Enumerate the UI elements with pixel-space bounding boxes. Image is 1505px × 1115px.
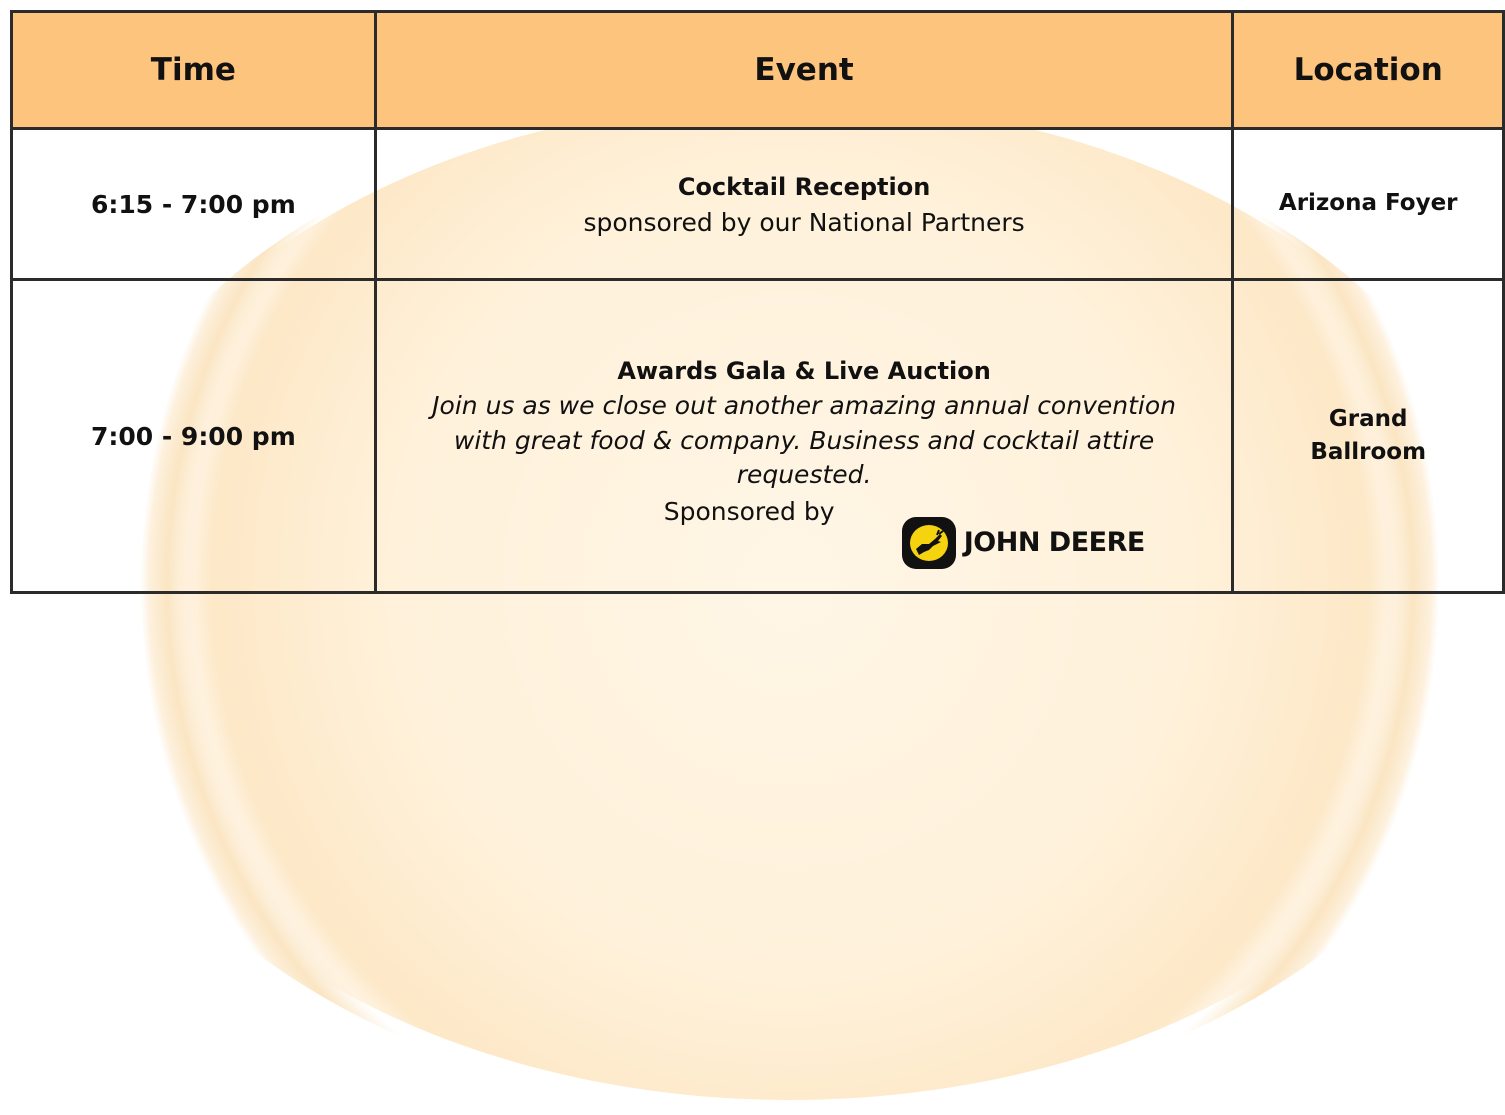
table-header: Time Event Location [10,10,1505,130]
event-subtitle: sponsored by our National Partners [583,207,1025,237]
table-body: 6:15 - 7:00 pm Cocktail Reception sponso… [10,127,1505,594]
location-text: Arizona Foyer [1278,190,1458,217]
event-cell: Awards Gala & Live Auction Join us as we… [373,278,1235,594]
time-text: 6:15 - 7:00 pm [90,189,296,219]
event-title: Awards Gala & Live Auction [617,357,991,386]
time-cell: 7:00 - 9:00 pm [10,278,377,594]
event-schedule-table: Time Event Location 6:15 - 7:00 pm Cockt… [10,10,1505,594]
table-row: 7:00 - 9:00 pm Awards Gala & Live Auctio… [10,278,1505,594]
john-deere-logo: JOHN DEERE [901,516,1146,569]
event-description: Join us as we close out another amazing … [432,391,1176,490]
header-event: Event [373,10,1235,130]
leaping-deer-icon [901,516,956,569]
header-time: Time [10,10,377,130]
sponsor-label: Sponsored by [663,496,835,526]
location-text: Grand Ballroom [1310,405,1427,465]
time-text: 7:00 - 9:00 pm [90,421,296,451]
location-cell: Arizona Foyer [1231,127,1505,281]
john-deere-wordmark: JOHN DEERE [963,527,1146,559]
event-content: Awards Gala & Live Auction Join us as we… [377,315,1232,569]
time-cell: 6:15 - 7:00 pm [10,127,377,281]
location-cell: Grand Ballroom [1231,278,1505,594]
sponsor-line: Sponsored by JOHN DEERE [377,496,1232,569]
header-row: Time Event Location [10,10,1505,130]
event-title: Cocktail Reception [677,172,931,201]
table-row: 6:15 - 7:00 pm Cocktail Reception sponso… [10,127,1505,281]
event-cell: Cocktail Reception sponsored by our Nati… [373,127,1235,281]
header-location: Location [1231,10,1505,130]
